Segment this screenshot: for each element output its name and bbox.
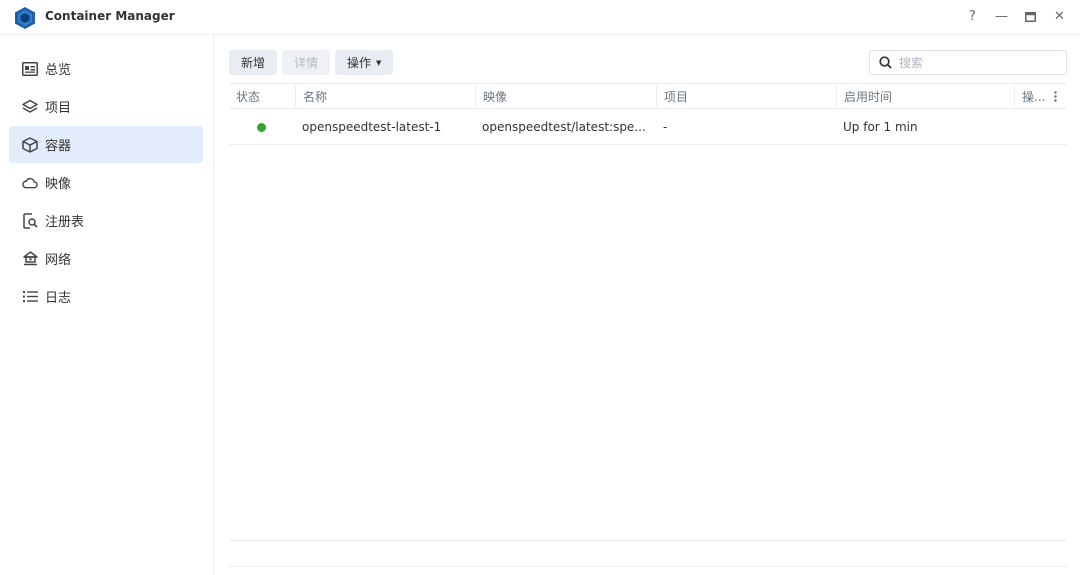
- sidebar-item-log[interactable]: 日志: [9, 278, 203, 315]
- container-table: 状态 名称 映像 项目 启用时间 操... openspeedtest-late…: [229, 83, 1067, 145]
- sidebar-item-label: 容器: [45, 139, 72, 154]
- title-bar: Container Manager ? — ✕: [0, 0, 1080, 35]
- search-icon: [879, 56, 892, 69]
- sidebar-item-label: 日志: [45, 291, 72, 306]
- column-header-image[interactable]: 映像: [475, 84, 656, 109]
- uptime-cell: Up for 1 min: [843, 120, 918, 134]
- column-header-uptime[interactable]: 启用时间: [836, 84, 1016, 109]
- table-header: 状态 名称 映像 项目 启用时间 操...: [229, 83, 1067, 109]
- column-menu-button[interactable]: [1051, 84, 1067, 109]
- sidebar: 总览 项目 容器 映像 注册表 网络 日志: [0, 35, 214, 575]
- cloud-icon: [22, 175, 38, 191]
- sidebar-item-label: 注册表: [45, 215, 85, 230]
- sidebar-item-label: 映像: [45, 177, 72, 192]
- footer-divider: [229, 566, 1067, 567]
- app-title: Container Manager: [45, 9, 175, 23]
- close-button[interactable]: ✕: [1051, 8, 1068, 25]
- status-cell: [229, 109, 295, 145]
- column-header-project[interactable]: 项目: [656, 84, 836, 109]
- window-controls: ? — ✕: [964, 8, 1068, 25]
- overview-icon: [22, 61, 38, 77]
- caret-down-icon: ▼: [376, 58, 382, 67]
- sidebar-item-image[interactable]: 映像: [9, 164, 203, 201]
- column-header-name[interactable]: 名称: [295, 84, 475, 109]
- sidebar-item-registry[interactable]: 注册表: [9, 202, 203, 239]
- network-home-icon: [22, 251, 38, 267]
- name-cell: openspeedtest-latest-1: [302, 120, 442, 134]
- sidebar-item-label: 总览: [45, 63, 72, 78]
- project-cell: -: [663, 120, 668, 134]
- search-box[interactable]: [869, 50, 1067, 75]
- column-header-actions[interactable]: 操...: [1014, 84, 1054, 109]
- maximize-button[interactable]: [1022, 8, 1039, 25]
- cube-icon: [22, 136, 38, 153]
- sidebar-item-container[interactable]: 容器: [9, 126, 203, 163]
- maximize-icon: [1025, 11, 1036, 22]
- sidebar-item-network[interactable]: 网络: [9, 240, 203, 277]
- help-button[interactable]: ?: [964, 8, 981, 25]
- sidebar-item-project[interactable]: 项目: [9, 88, 203, 125]
- list-icon: [22, 289, 38, 305]
- new-button[interactable]: 新增: [229, 50, 278, 75]
- image-cell: openspeedtest/latest:spe...: [482, 120, 646, 134]
- layers-icon: [22, 99, 38, 115]
- action-dropdown-button[interactable]: 操作 ▼: [335, 50, 394, 75]
- toolbar: 新增 详情 操作 ▼: [229, 50, 394, 75]
- search-input[interactable]: [899, 55, 1049, 70]
- registry-search-icon: [22, 212, 38, 229]
- more-vertical-icon: [1054, 91, 1057, 102]
- container-manager-logo-icon: [15, 7, 35, 29]
- table-row[interactable]: openspeedtest-latest-1 openspeedtest/lat…: [229, 109, 1067, 145]
- sidebar-item-label: 网络: [45, 253, 72, 268]
- details-button[interactable]: 详情: [282, 50, 331, 75]
- action-label: 操作: [347, 56, 372, 70]
- minimize-button[interactable]: —: [993, 8, 1010, 25]
- column-header-status[interactable]: 状态: [229, 84, 267, 109]
- sidebar-item-label: 项目: [45, 101, 72, 116]
- sidebar-item-overview[interactable]: 总览: [9, 50, 203, 87]
- footer-divider: [229, 540, 1067, 541]
- status-running-indicator: [257, 122, 266, 132]
